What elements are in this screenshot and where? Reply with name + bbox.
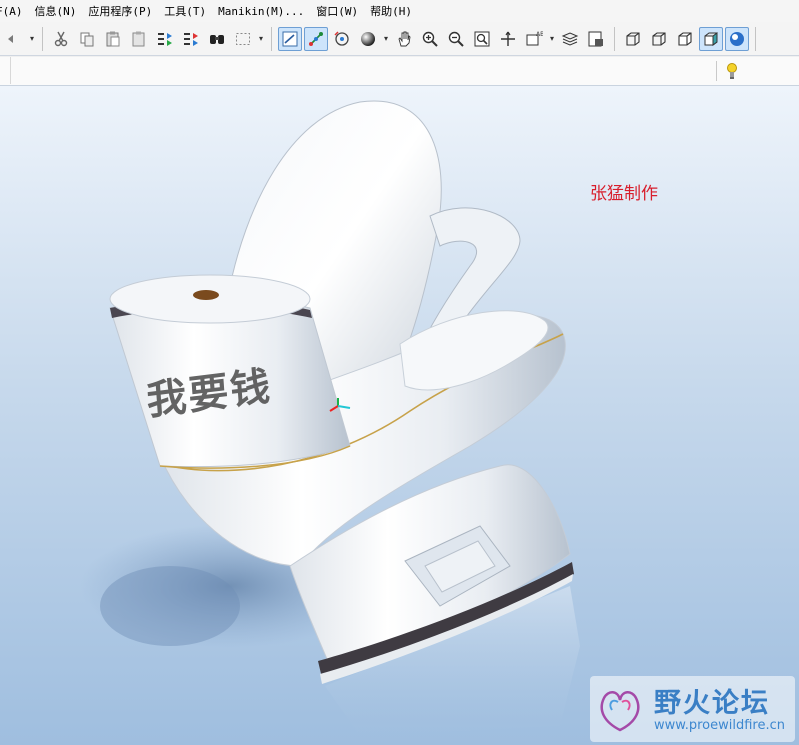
toolbar-divider <box>614 26 615 51</box>
toilet-model <box>80 100 580 736</box>
regenerate-icon[interactable] <box>153 27 177 51</box>
menu-bar: F(A) 信息(N) 应用程序(P) 工具(T) Manikin(M)... 窗… <box>0 0 799 23</box>
zoom-out-icon[interactable] <box>444 27 468 51</box>
select-box-icon[interactable] <box>231 27 255 51</box>
menu-file[interactable]: F(A) <box>0 5 29 18</box>
toolbar-divider <box>755 26 756 51</box>
saved-views-dropdown-icon[interactable]: ▾ <box>548 27 556 51</box>
menu-window[interactable]: 窗口(W) <box>310 3 364 19</box>
forum-watermark: 野火论坛 www.proewildfire.cn <box>590 676 795 742</box>
layers-icon[interactable] <box>558 27 582 51</box>
spin-center-icon[interactable] <box>304 26 328 51</box>
menu-applications[interactable]: 应用程序(P) <box>82 3 158 19</box>
saved-views-icon[interactable]: AB <box>522 27 546 51</box>
select-dropdown-icon[interactable]: ▾ <box>257 27 265 51</box>
menu-manikin[interactable]: Manikin(M)... <box>212 5 310 18</box>
undo-icon[interactable] <box>2 27 26 51</box>
svg-text:AB: AB <box>536 31 543 38</box>
render-style-icon[interactable] <box>356 27 380 51</box>
find-icon[interactable] <box>205 27 229 51</box>
main-toolbar: ▾ ▾ ▾ AB ▾ <box>0 22 799 56</box>
reorient-icon[interactable] <box>496 27 520 51</box>
wireframe-icon[interactable] <box>621 27 645 51</box>
zoom-in-icon[interactable] <box>418 27 442 51</box>
author-signature: 张猛制作 <box>590 184 658 204</box>
no-hidden-icon[interactable] <box>673 27 697 51</box>
paste-icon[interactable] <box>101 27 125 51</box>
orient-mode-icon[interactable] <box>330 27 354 51</box>
hidden-line-icon[interactable] <box>647 27 671 51</box>
copy-icon[interactable] <box>75 27 99 51</box>
menu-info[interactable]: 信息(N) <box>29 3 83 19</box>
refit-icon[interactable] <box>470 27 494 51</box>
cut-icon[interactable] <box>49 27 73 51</box>
panel-edge <box>0 57 11 84</box>
pan-icon[interactable] <box>392 27 416 51</box>
paste-special-icon[interactable] <box>127 27 151 51</box>
view-manager-icon[interactable] <box>584 27 608 51</box>
toolbar-divider <box>716 61 717 81</box>
secondary-toolbar <box>0 57 799 86</box>
menu-help[interactable]: 帮助(H) <box>364 3 418 19</box>
toolbar-divider <box>271 26 272 51</box>
toolbar-divider <box>42 26 43 51</box>
enhanced-realism-icon[interactable] <box>725 26 749 51</box>
model-viewport[interactable]: 我要钱 张猛制作 野火论坛 www.proewildfire.cn <box>0 86 799 745</box>
forum-logo-icon <box>600 691 640 732</box>
render-dropdown-icon[interactable]: ▾ <box>382 27 390 51</box>
watermark-title: 野火论坛 <box>654 688 770 719</box>
repaint-icon[interactable] <box>278 26 302 51</box>
lightbulb-icon[interactable] <box>723 61 741 81</box>
menu-tools[interactable]: 工具(T) <box>158 3 212 19</box>
shading-icon[interactable] <box>699 26 723 51</box>
regenerate-manager-icon[interactable] <box>179 27 203 51</box>
undo-dropdown-icon[interactable]: ▾ <box>28 27 36 51</box>
watermark-url: www.proewildfire.cn <box>654 718 785 733</box>
